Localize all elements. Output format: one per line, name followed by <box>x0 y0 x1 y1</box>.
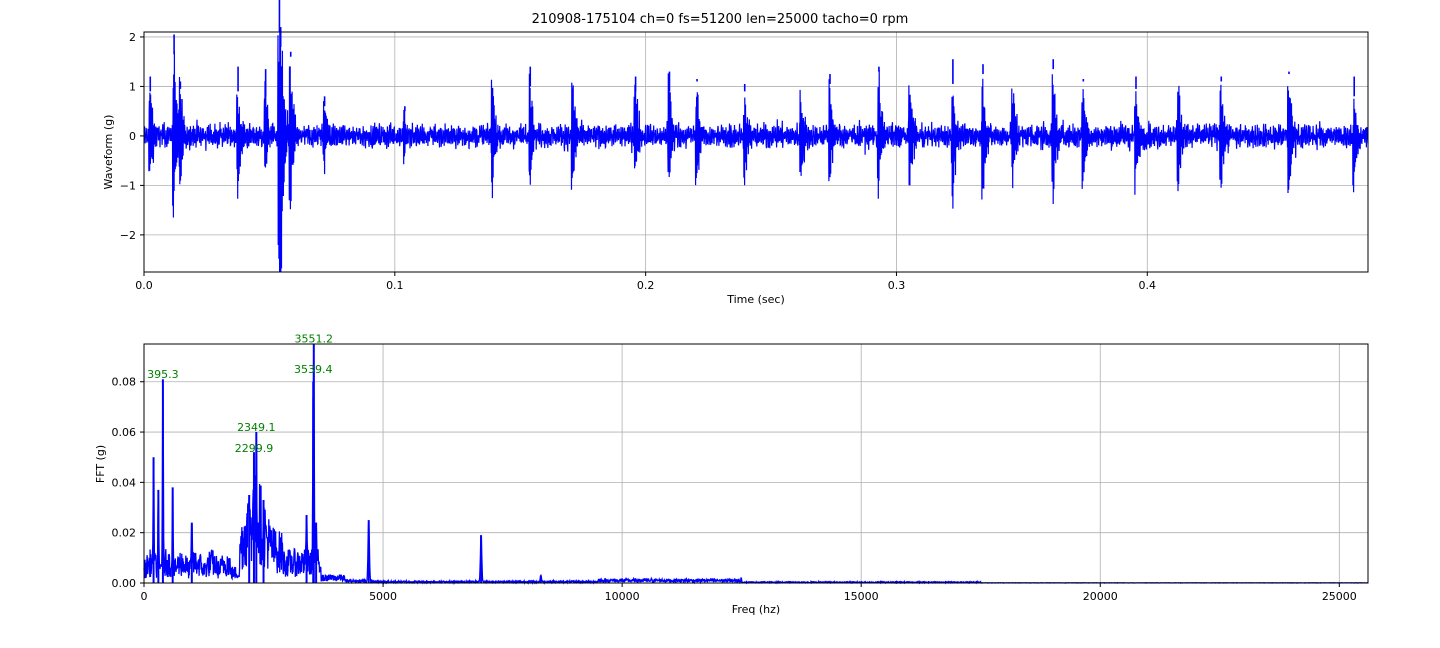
fft-peak-label: 395.3 <box>147 368 179 381</box>
waveform-yticks: 2 1 0 −1 −2 <box>120 31 144 242</box>
fft-xtick-label: 10000 <box>605 590 640 603</box>
waveform-ytick-label: 2 <box>129 31 136 44</box>
waveform-xtick-label: 0.2 <box>637 279 655 292</box>
waveform-xtick-label: 0.0 <box>135 279 153 292</box>
waveform-axes: 0.0 0.1 0.2 0.3 0.4 2 1 0 −1 −2 Time (sec) Wavef… <box>102 0 1369 306</box>
fft-grid <box>143 344 1368 584</box>
waveform-xticks: 0.0 0.1 0.2 0.3 0.4 <box>135 272 1156 292</box>
fft-xtick-label: 15000 <box>844 590 879 603</box>
waveform-line <box>143 31 1369 273</box>
waveform-xlabel: Time (sec) <box>726 293 785 306</box>
fft-axes: 0 5000 10000 15000 20000 25000 0.000.020.040.… <box>94 333 1369 616</box>
waveform-frame <box>143 31 1369 273</box>
waveform-ytick-label: −2 <box>120 229 136 242</box>
fft-ytick-label: 0.02 <box>112 527 137 540</box>
fft-ytick-label: 0.08 <box>112 376 137 389</box>
fft-ytick-label: 0.04 <box>112 476 137 489</box>
fft-spectrum <box>143 344 1369 586</box>
waveform-grid <box>143 32 1368 272</box>
fft-xtick-label: 5000 <box>369 590 397 603</box>
waveform-ytick-label: −1 <box>120 179 136 192</box>
fft-line <box>143 347 1369 586</box>
fft-xtick-label: 25000 <box>1322 590 1357 603</box>
fft-ytick-label: 0.00 <box>112 577 137 590</box>
fft-yticks: 0.00 0.02 0.04 0.06 0.08 <box>112 376 144 590</box>
waveform-signal <box>143 0 1369 273</box>
chart-title: 210908-175104 ch=0 fs=51200 len=25000 ta… <box>532 12 909 27</box>
fft-peak-label: 3551.2 <box>295 333 334 346</box>
fft-peak-label: 2349.1 <box>237 421 276 434</box>
waveform-ytick-label: 0 <box>129 130 136 143</box>
fft-xtick-label: 20000 <box>1083 590 1118 603</box>
waveform-xtick-label: 0.3 <box>888 279 906 292</box>
chart-figure: 210908-175104 ch=0 fs=51200 len=25000 ta… <box>94 0 1369 616</box>
fft-xtick-label: 0 <box>141 590 148 603</box>
fft-peak-label: 3539.4 <box>294 363 333 376</box>
fft-xticks: 0 5000 10000 15000 20000 25000 <box>141 583 1357 603</box>
fft-ylabel: FFT (g) <box>94 445 107 483</box>
waveform-ylabel: Waveform (g) <box>102 115 115 190</box>
fft-xlabel: Freq (hz) <box>732 603 780 616</box>
fft-peak-annotations: 3551.2 395.3 3539.4 2349.1 2299.9 <box>147 333 333 455</box>
fft-frame <box>143 343 1369 584</box>
fft-peak-label: 2299.9 <box>235 442 274 455</box>
waveform-xtick-label: 0.4 <box>1139 279 1157 292</box>
waveform-ytick-label: 1 <box>129 80 136 93</box>
waveform-xtick-label: 0.1 <box>386 279 404 292</box>
fft-ytick-label: 0.06 <box>112 426 137 439</box>
